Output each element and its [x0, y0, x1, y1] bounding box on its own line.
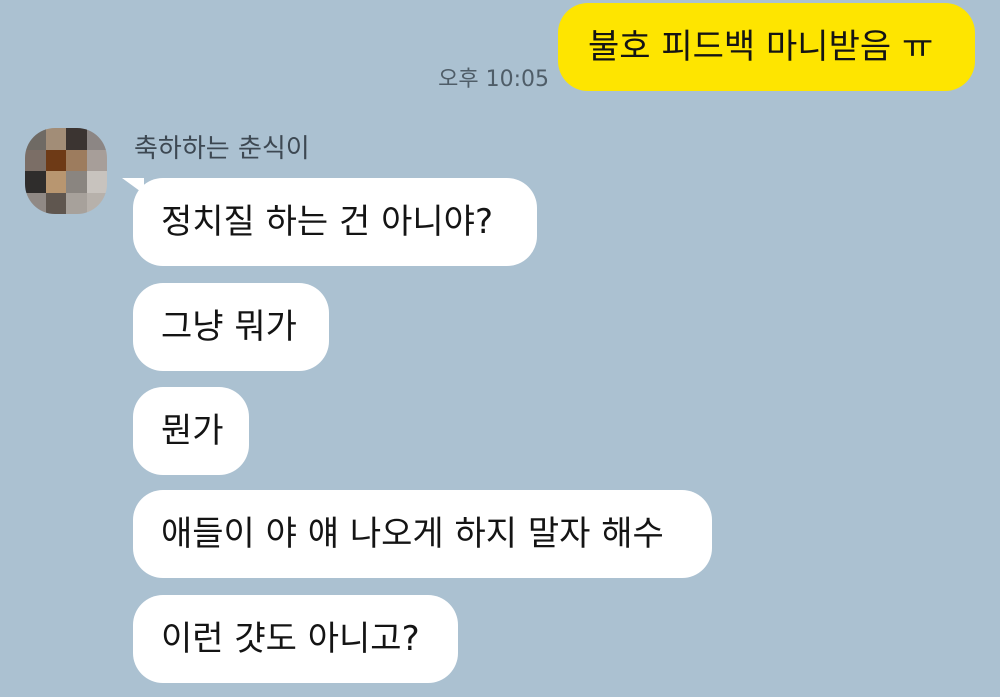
incoming-message-text: 정치질 하는 건 아니야? [161, 202, 493, 242]
incoming-message-bubble[interactable]: 이런 걋도 아니고? [133, 595, 458, 683]
outgoing-message-bubble[interactable]: 불호 피드백 마니받음 ㅠ [558, 3, 975, 91]
incoming-message-bubble[interactable]: 정치질 하는 건 아니야? [133, 178, 537, 266]
sender-avatar[interactable] [25, 128, 107, 214]
outgoing-message-text: 불호 피드백 마니받음 ㅠ [588, 27, 934, 67]
incoming-message-bubble[interactable]: 그냥 뭐가 [133, 283, 329, 371]
sender-name: 축하하는 춘식이 [134, 134, 310, 164]
incoming-message-text: 뭔가 [161, 411, 224, 451]
incoming-message-text: 애들이 야 얘 나오게 하지 말자 해수 [161, 514, 664, 554]
incoming-message-bubble[interactable]: 뭔가 [133, 387, 249, 475]
incoming-message-bubble[interactable]: 애들이 야 얘 나오게 하지 말자 해수 [133, 490, 712, 578]
incoming-message-text: 그냥 뭐가 [161, 307, 297, 347]
message-timestamp: 오후 10:05 [438, 67, 549, 92]
incoming-message-text: 이런 걋도 아니고? [161, 619, 420, 659]
